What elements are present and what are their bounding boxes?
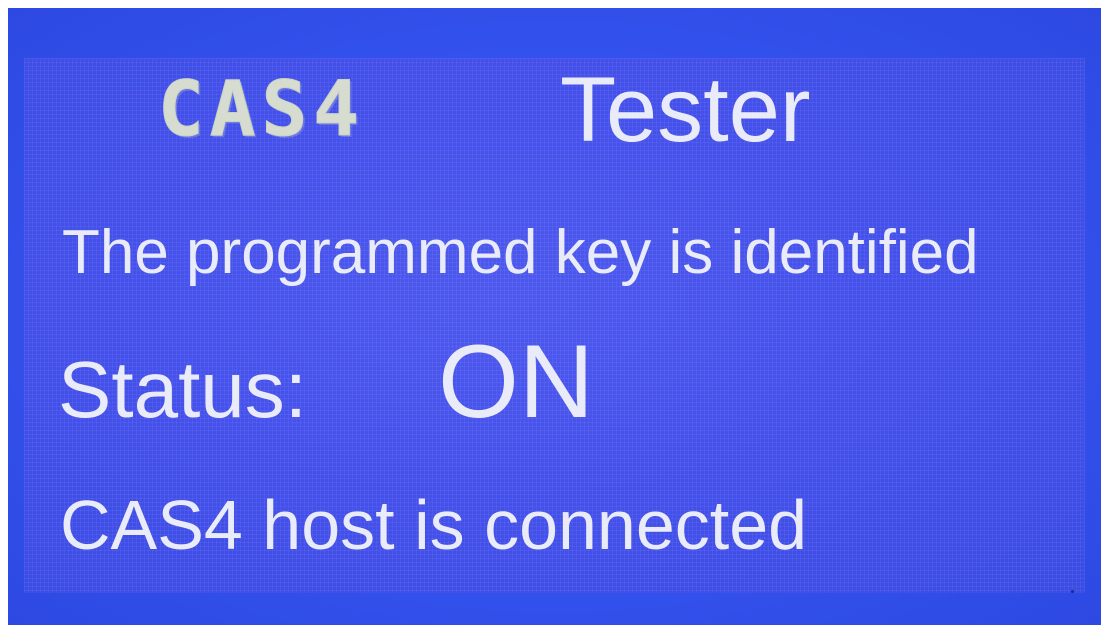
host-connection-message: CAS4 host is connected (60, 486, 808, 564)
photo-frame: CAS4 Tester The programmed key is identi… (0, 0, 1109, 633)
key-identified-message: The programmed key is identified (62, 218, 979, 287)
screen-title: Tester (560, 59, 811, 161)
status-label: Status: (58, 345, 308, 434)
brand-logo-text: CAS4 (157, 64, 366, 154)
dust-speck (1071, 590, 1074, 593)
status-value: ON (438, 324, 594, 440)
